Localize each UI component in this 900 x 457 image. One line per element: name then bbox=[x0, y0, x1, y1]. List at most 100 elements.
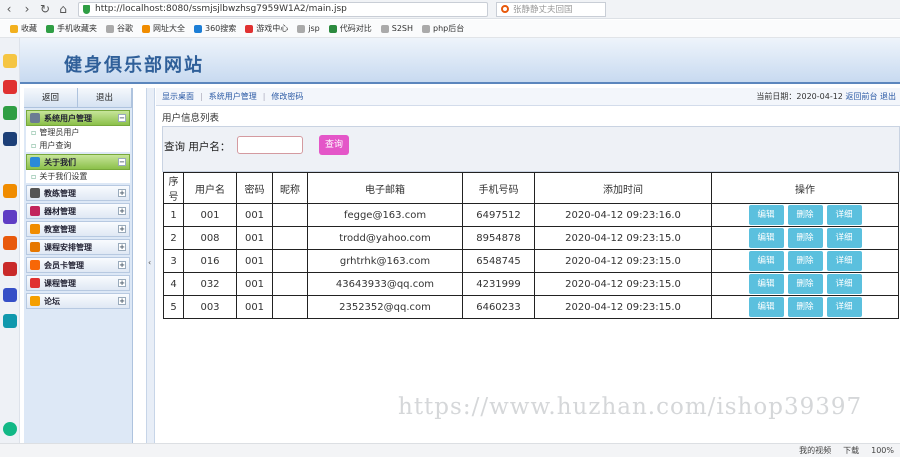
tool-icon[interactable] bbox=[3, 288, 17, 302]
edit-button[interactable]: 编辑 bbox=[748, 274, 784, 294]
mail-icon[interactable] bbox=[3, 106, 17, 120]
my-video-link[interactable]: 我的视频 bbox=[799, 445, 831, 456]
bookmark-item[interactable]: jsp bbox=[297, 24, 320, 33]
bookmark-item[interactable]: 代码对比 bbox=[328, 23, 372, 34]
download-link[interactable]: 下载 bbox=[843, 445, 859, 456]
username-search-input[interactable] bbox=[237, 136, 303, 154]
video-icon[interactable] bbox=[3, 262, 17, 276]
sidebar-group[interactable]: 教练管理 + bbox=[26, 185, 130, 201]
menu-group-icon bbox=[30, 278, 40, 288]
bookmark-item[interactable]: 360搜索 bbox=[194, 23, 236, 34]
breadcrumb-system-users[interactable]: 系统用户管理 bbox=[209, 91, 257, 102]
breadcrumb-separator: | bbox=[262, 92, 266, 101]
sidebar-group[interactable]: 关于我们 − bbox=[26, 154, 130, 170]
detail-button[interactable]: 详细 bbox=[826, 228, 862, 248]
bookmark-item[interactable]: 收藏 bbox=[10, 23, 37, 34]
url-text: http://localhost:8080/ssmjsjlbwzhsg7959W… bbox=[95, 4, 347, 14]
app-dock bbox=[0, 38, 20, 443]
sidebar-group[interactable]: 器材管理 + bbox=[26, 203, 130, 219]
forward-icon[interactable]: › bbox=[18, 2, 36, 16]
breadcrumb-desktop[interactable]: 显示桌面 bbox=[162, 91, 194, 102]
bookmark-item[interactable]: 游戏中心 bbox=[245, 23, 288, 34]
p-app-icon[interactable] bbox=[3, 314, 17, 328]
cell-phone: 6460233 bbox=[462, 295, 535, 319]
weibo-icon[interactable] bbox=[3, 80, 17, 94]
query-button[interactable]: 查询 bbox=[319, 135, 349, 155]
shop-icon[interactable] bbox=[3, 236, 17, 250]
sidebar-group[interactable]: 系统用户管理 − bbox=[26, 110, 130, 126]
menu-group-icon bbox=[30, 188, 40, 198]
reload-icon[interactable]: ↻ bbox=[36, 2, 54, 16]
browser-search-box[interactable]: 张静静丈夫回国 bbox=[496, 1, 606, 17]
collapse-icon[interactable]: − bbox=[118, 114, 126, 122]
col-nickname: 昵称 bbox=[272, 172, 308, 204]
detail-button[interactable]: 详细 bbox=[826, 205, 862, 225]
bookmark-icon bbox=[297, 24, 306, 33]
edit-button[interactable]: 编辑 bbox=[748, 205, 784, 225]
delete-button[interactable]: 删除 bbox=[787, 297, 823, 317]
plus-icon[interactable] bbox=[3, 422, 17, 436]
expand-icon[interactable]: + bbox=[118, 189, 126, 197]
sidebar-group[interactable]: 教室管理 + bbox=[26, 221, 130, 237]
sidebar-group[interactable]: 课程安排管理 + bbox=[26, 239, 130, 255]
sidebar-collapse-handle[interactable]: ‹ bbox=[146, 88, 155, 443]
table-row: 3 016 001 grhtrhk@163.com 6548745 2020-04-12 … bbox=[163, 249, 899, 273]
expand-icon[interactable]: + bbox=[118, 297, 126, 305]
back-to-frontend-link[interactable]: 返回前台 bbox=[845, 92, 877, 101]
bookmark-label: 网址大全 bbox=[153, 24, 185, 33]
cell-no: 5 bbox=[163, 295, 184, 319]
delete-button[interactable]: 删除 bbox=[787, 251, 823, 271]
address-bar[interactable]: http://localhost:8080/ssmjsjlbwzhsg7959W… bbox=[78, 1, 488, 17]
sidebar-group-label: 论坛 bbox=[44, 296, 60, 306]
zoom-level[interactable]: 100% bbox=[871, 446, 894, 455]
sidebar-group[interactable]: 论坛 + bbox=[26, 293, 130, 309]
sidebar-item[interactable]: 用户查询 bbox=[26, 139, 130, 152]
expand-icon[interactable]: + bbox=[118, 207, 126, 215]
sidebar-item[interactable]: 管理员用户 bbox=[26, 126, 130, 139]
sidebar-group[interactable]: 课程管理 + bbox=[26, 275, 130, 291]
expand-icon[interactable]: + bbox=[118, 261, 126, 269]
query-label: 查询 用户名： bbox=[164, 141, 231, 153]
delete-button[interactable]: 删除 bbox=[787, 205, 823, 225]
edit-button[interactable]: 编辑 bbox=[748, 228, 784, 248]
detail-button[interactable]: 详细 bbox=[826, 251, 862, 271]
logout-button[interactable]: 退出 bbox=[78, 88, 132, 107]
user-table: 序号 用户名 密码 昵称 电子邮箱 手机号码 添加时间 操作 1 001 001 fe… bbox=[163, 172, 899, 319]
delete-button[interactable]: 删除 bbox=[787, 228, 823, 248]
bookmark-item[interactable]: S2SH bbox=[380, 24, 413, 33]
table-row: 5 003 001 2352352@qq.com 6460233 2020-04-12 0… bbox=[163, 295, 899, 319]
game-icon[interactable] bbox=[3, 184, 17, 198]
bookmark-item[interactable]: 谷歌 bbox=[106, 23, 133, 34]
bookmark-label: 游戏中心 bbox=[256, 24, 289, 33]
detail-button[interactable]: 详细 bbox=[826, 274, 862, 294]
cell-nickname bbox=[272, 226, 308, 250]
collapse-icon[interactable]: − bbox=[118, 158, 126, 166]
sidebar-menu: 系统用户管理−管理员用户用户查询关于我们−关于我们设置教练管理+ 器材管理+ 教室管… bbox=[24, 110, 132, 309]
secure-shield-icon bbox=[83, 4, 90, 14]
edit-button[interactable]: 编辑 bbox=[748, 297, 784, 317]
favorite-star-icon[interactable] bbox=[3, 54, 17, 68]
edit-button[interactable]: 编辑 bbox=[748, 251, 784, 271]
app-icon[interactable] bbox=[3, 210, 17, 224]
bookmark-item[interactable]: php后台 bbox=[422, 23, 464, 34]
cell-password: 001 bbox=[236, 295, 273, 319]
logout-link[interactable]: 退出 bbox=[880, 92, 896, 101]
breadcrumb-change-password[interactable]: 修改密码 bbox=[271, 91, 303, 102]
detail-button[interactable]: 详细 bbox=[826, 297, 862, 317]
news-icon[interactable] bbox=[3, 132, 17, 146]
bookmark-item[interactable]: 网址大全 bbox=[142, 23, 185, 34]
expand-icon[interactable]: + bbox=[118, 243, 126, 251]
delete-button[interactable]: 删除 bbox=[787, 274, 823, 294]
bookmark-item[interactable]: 手机收藏夹 bbox=[46, 23, 97, 34]
bookmark-icon bbox=[46, 24, 54, 33]
cell-email: 43643933@qq.com bbox=[307, 272, 463, 296]
home-icon[interactable]: ⌂ bbox=[54, 2, 72, 16]
menu-group-icon bbox=[30, 224, 40, 234]
sidebar-item[interactable]: 关于我们设置 bbox=[26, 170, 130, 183]
back-icon[interactable]: ‹ bbox=[0, 2, 18, 16]
sidebar-group[interactable]: 会员卡管理 + bbox=[26, 257, 130, 273]
expand-icon[interactable]: + bbox=[118, 279, 126, 287]
back-button[interactable]: 返回 bbox=[24, 88, 78, 107]
expand-icon[interactable]: + bbox=[118, 225, 126, 233]
search-engine-icon bbox=[501, 5, 509, 13]
